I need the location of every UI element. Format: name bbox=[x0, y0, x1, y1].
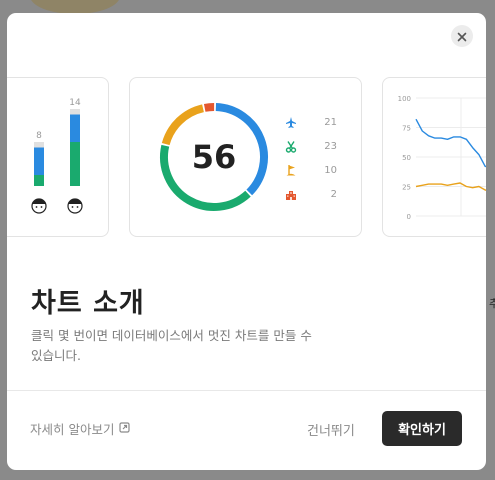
external-link-icon bbox=[119, 421, 131, 436]
donut-chart-preview-card: 56 21 23 10 2 bbox=[129, 77, 362, 237]
legend-value: 23 bbox=[324, 140, 337, 152]
y-tick-label: 0 bbox=[407, 213, 411, 221]
line-series bbox=[415, 118, 486, 168]
donut-slice bbox=[203, 103, 215, 112]
donut-center-value: 56 bbox=[192, 138, 237, 176]
legend-item: 2 bbox=[285, 182, 337, 206]
line-chart-preview-card: 100 75 50 25 0 bbox=[382, 77, 486, 237]
line-series bbox=[415, 182, 486, 191]
legend-item: 23 bbox=[285, 134, 337, 158]
footer-divider bbox=[7, 390, 486, 391]
confirm-button[interactable]: 확인하기 bbox=[382, 411, 462, 446]
bar-data-label: 8 bbox=[36, 131, 42, 141]
legend-value: 10 bbox=[324, 164, 337, 176]
y-tick-label: 25 bbox=[402, 184, 411, 192]
bar-segment bbox=[70, 142, 80, 186]
bar-data-label: 14 bbox=[69, 98, 81, 108]
person-avatar-icon bbox=[67, 198, 83, 214]
skip-button[interactable]: 건너뛰기 bbox=[307, 420, 355, 439]
legend-value: 21 bbox=[324, 116, 337, 128]
bar-segment bbox=[34, 147, 44, 175]
person-avatar-icon bbox=[31, 198, 47, 214]
legend-value: 2 bbox=[330, 188, 337, 200]
scissors-icon bbox=[285, 140, 297, 153]
bar-segment bbox=[70, 109, 80, 115]
legend-item: 21 bbox=[285, 110, 337, 134]
airplane-icon bbox=[285, 116, 297, 129]
bar-chart: 8 14 bbox=[31, 98, 83, 214]
learn-more-label: 자세히 알아보기 bbox=[30, 422, 115, 437]
building-icon bbox=[285, 188, 297, 201]
background-blob bbox=[30, 0, 120, 14]
legend-item: 10 bbox=[285, 158, 337, 182]
background-text: 추 bbox=[489, 297, 495, 310]
bar-segment bbox=[34, 142, 44, 148]
y-tick-label: 50 bbox=[402, 154, 411, 162]
flag-icon bbox=[285, 164, 297, 177]
learn-more-link[interactable]: 자세히 알아보기 bbox=[30, 419, 131, 438]
y-tick-label: 75 bbox=[402, 125, 411, 133]
bar-segment bbox=[70, 114, 80, 142]
line-chart: 100 75 50 25 0 bbox=[398, 95, 486, 221]
chart-intro-modal: 8 14 56 21 23 10 2 100 75 50 25 0 차트 소개 클릭 몇 번이면… bbox=[7, 13, 486, 470]
y-tick-label: 100 bbox=[398, 95, 411, 103]
donut-legend: 21 23 10 2 bbox=[285, 110, 337, 206]
modal-title: 차트 소개 bbox=[31, 288, 145, 319]
bar-segment bbox=[34, 175, 44, 186]
modal-description: 클릭 몇 번이면 데이터베이스에서 멋진 차트를 만들 수 있습니다. bbox=[31, 328, 312, 363]
chart-preview-carousel: 8 14 56 21 23 10 2 100 75 50 25 0 bbox=[7, 13, 486, 253]
bar-chart-preview-card: 8 14 bbox=[7, 77, 109, 237]
